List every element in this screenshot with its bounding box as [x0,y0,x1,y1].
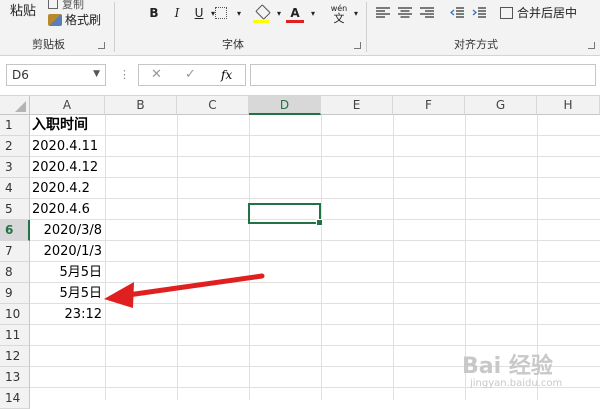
select-all-corner[interactable] [0,96,30,115]
ribbon: 粘贴 复制 格式刷 剪贴板 B I U ▾ ▾ ▾ A ▾ wén 文 ▾ 字体 [0,0,600,56]
font-color-dropdown-icon[interactable]: ▾ [304,4,322,22]
more-icon[interactable]: ⋮ [119,68,130,81]
alignment-group-label: 对齐方式 [454,38,498,51]
gridline [30,198,600,199]
gridline [321,115,322,400]
gridline [30,135,600,136]
gridline [177,115,178,400]
border-dropdown-icon[interactable]: ▾ [230,4,248,22]
row-header-7[interactable]: 7 [0,241,30,262]
cell-a9[interactable]: 5月5日 [30,283,102,304]
font-color-swatch [286,20,304,23]
row-header-12[interactable]: 12 [0,346,30,367]
cell-a10[interactable]: 23:12 [30,304,102,325]
divider [114,2,115,52]
row-header-10[interactable]: 10 [0,304,30,325]
row-header-3[interactable]: 3 [0,157,30,178]
column-header-h[interactable]: H [537,96,600,115]
row-header-11[interactable]: 11 [0,325,30,346]
clipboard-launcher-icon[interactable] [98,42,105,49]
gridline [393,115,394,400]
paste-button[interactable]: 粘贴 [10,0,36,19]
align-left-icon[interactable] [374,4,392,22]
gridline [30,324,600,325]
fill-bucket-icon [255,4,271,20]
red-arrow-annotation [104,273,265,308]
cell-a8[interactable]: 5月5日 [30,262,102,283]
alignment-launcher-icon[interactable] [588,42,595,49]
border-button[interactable] [212,4,230,22]
name-box[interactable]: D6 ▼ [6,64,106,86]
gridline [30,177,600,178]
row-header-14[interactable]: 14 [0,388,30,409]
gridline [30,345,600,346]
align-center-icon[interactable] [396,4,414,22]
format-painter-button[interactable]: 格式刷 [48,11,101,28]
font-launcher-icon[interactable] [354,42,361,49]
column-header-e[interactable]: E [321,96,393,115]
row-header-5[interactable]: 5 [0,199,30,220]
gridline [30,240,600,241]
formula-input[interactable] [250,64,596,86]
row-header-8[interactable]: 8 [0,262,30,283]
watermark-logo: Bai 经验 [462,354,553,379]
divider [366,2,367,52]
column-header-a[interactable]: A [30,96,105,115]
gridline [105,115,106,400]
clipboard-group-label: 剪贴板 [32,38,65,51]
decrease-indent-icon[interactable] [448,4,466,22]
cell-a6[interactable]: 2020/3/8 [30,220,102,241]
column-header-g[interactable]: G [465,96,537,115]
row-header-13[interactable]: 13 [0,367,30,388]
merge-center-button[interactable]: 合并后居中 [500,4,577,21]
increase-indent-icon[interactable] [470,4,488,22]
column-header-d[interactable]: D [249,96,321,115]
border-icon [215,7,227,19]
cell-a1[interactable]: 入职时间 [32,115,88,136]
italic-button[interactable]: I [168,4,186,22]
insert-function-icon[interactable]: fx [221,68,232,82]
column-header-c[interactable]: C [177,96,249,115]
row-header-1[interactable]: 1 [0,115,30,136]
cell-a4[interactable]: 2020.4.2 [32,178,90,199]
active-cell-d6[interactable] [248,203,323,226]
cell-a7[interactable]: 2020/1/3 [30,241,102,262]
column-header-b[interactable]: B [105,96,177,115]
cell-a3[interactable]: 2020.4.12 [32,157,98,178]
worksheet-grid[interactable]: A B C D E F G H 1 2 3 4 5 6 7 8 9 10 11 … [0,96,600,409]
brush-icon [48,13,62,26]
cell-a5[interactable]: 2020.4.6 [32,199,90,220]
fill-color-swatch [253,20,269,23]
row-header-2[interactable]: 2 [0,136,30,157]
row-header-9[interactable]: 9 [0,283,30,304]
phonetic-button[interactable]: wén 文 [330,1,348,27]
gridline [249,115,250,400]
cancel-icon[interactable]: ✕ [151,67,162,82]
watermark-url: jingyan.baidu.com [470,378,563,389]
column-header-f[interactable]: F [393,96,465,115]
align-right-icon[interactable] [418,4,436,22]
cell-a2[interactable]: 2020.4.11 [32,136,98,157]
phonetic-dropdown-icon[interactable]: ▾ [347,4,365,22]
copy-icon [48,0,58,9]
merge-cells-icon [500,6,513,19]
gridline [30,261,600,262]
row-header-6[interactable]: 6 [0,220,30,241]
gridline [30,156,600,157]
chevron-down-icon[interactable]: ▼ [93,69,100,79]
font-group-label: 字体 [222,38,244,51]
row-header-4[interactable]: 4 [0,178,30,199]
bold-button[interactable]: B [145,4,163,22]
formula-bar: D6 ▼ ⋮ ✕ ✓ fx [0,56,600,96]
confirm-icon[interactable]: ✓ [185,67,196,82]
formula-controls: ✕ ✓ fx [138,64,246,86]
